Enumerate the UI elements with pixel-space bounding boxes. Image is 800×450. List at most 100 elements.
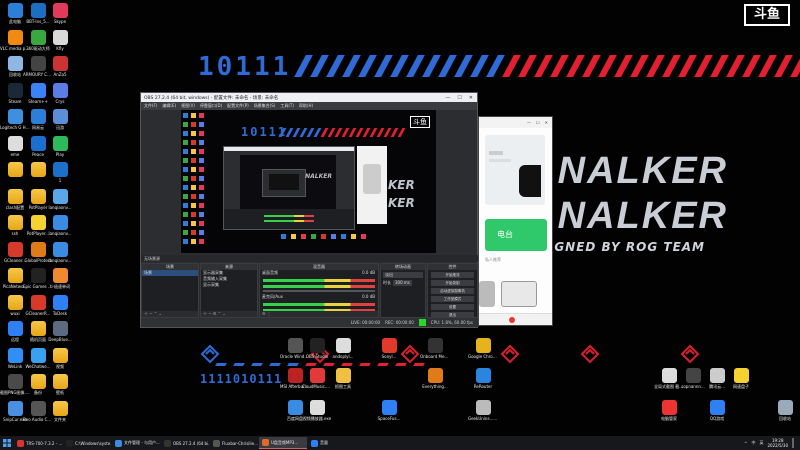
desktop-icon[interactable]: GeekUnins... 1.4.8.151... xyxy=(468,400,498,421)
desktop-icon[interactable]: Sonyl... xyxy=(376,338,402,359)
desktop-icon[interactable]: ToDesk xyxy=(47,294,73,316)
desktop-icon[interactable]: 迅游 xyxy=(47,109,73,130)
desktop-icon[interactable]: Skype xyxy=(47,3,73,24)
preview-nested-obs: NALKER xyxy=(223,146,355,230)
start-button[interactable] xyxy=(0,436,14,450)
menu-help[interactable]: 帮助(H) xyxy=(299,103,313,109)
desktop-icon[interactable]: 电脑管家 xyxy=(656,400,682,421)
desktop-icon[interactable]: AnZa5 xyxy=(47,56,73,77)
start-recording-button[interactable]: 开始录制 xyxy=(431,280,474,286)
desktop-icon[interactable]: 1 xyxy=(47,162,73,183)
desktop-icon[interactable]: 回收站 xyxy=(772,400,798,421)
mixer-volume-slider[interactable] xyxy=(263,290,375,292)
obs-statusbar: LIVE: 00:00:00 REC: 00:00:00 CPU: 1.8%, … xyxy=(141,318,479,327)
obs-window[interactable]: OBS 27.2.4 (64 bit, windows) - 配置文件: 未命名… xyxy=(140,92,479,328)
taskbar-item[interactable]: OBS 27.2.4 (64 bi... xyxy=(161,437,209,449)
desktop-icon[interactable]: SpaceFus... xyxy=(376,400,402,421)
desktop-icon[interactable]: lanqiaonv... xyxy=(47,188,73,210)
start-streaming-button[interactable]: 开始推流 xyxy=(431,272,474,278)
desktop-icon[interactable]: DeepBlue... xyxy=(47,321,73,342)
obs-preview[interactable]: 10111 NALKER NALKER NALKER 斗鱼 xyxy=(181,110,436,253)
close-button[interactable]: ✕ xyxy=(545,120,548,125)
wallpaper-stripe xyxy=(582,55,601,77)
mixer-meter xyxy=(263,285,375,288)
minimize-button[interactable]: — xyxy=(445,95,450,101)
settings-button[interactable]: 设置 xyxy=(431,304,474,310)
menu-view[interactable]: 视图(V) xyxy=(181,103,195,109)
desktop-icon[interactable]: Everything... xyxy=(422,368,448,389)
desktop-icon[interactable]: 视频 xyxy=(47,347,73,369)
maximize-button[interactable]: ☐ xyxy=(457,95,461,101)
tray-ime-icon[interactable]: 中 xyxy=(751,440,755,446)
menu-edit[interactable]: 编辑(E) xyxy=(162,103,176,109)
wallpaper-bottom-stripe xyxy=(269,363,281,366)
desktop-icon[interactable]: Crys xyxy=(47,82,73,104)
app-icon xyxy=(30,268,46,283)
app-icon xyxy=(52,3,68,18)
menu-tools[interactable]: 工具(T) xyxy=(280,103,294,109)
desktop-icon[interactable]: Onboard Memory ... xyxy=(420,338,450,359)
desktop-icon[interactable]: lanqiaonv... xyxy=(47,215,73,236)
desktop-icon[interactable]: ReRouter xyxy=(470,368,496,389)
transition-type-select[interactable]: 淡出 xyxy=(383,272,423,278)
transition-duration-label: 时长 xyxy=(383,280,391,285)
studio-mode-button[interactable]: 工作室模式 xyxy=(431,296,474,302)
desktop-icon[interactable]: 壁纸 xyxy=(47,374,73,395)
desktop-icon[interactable]: QQ游戏 xyxy=(704,400,730,421)
radio-card[interactable]: 电台 xyxy=(485,219,547,251)
desktop-icon[interactable]: Google Chrome xyxy=(468,338,498,359)
desktop-icon[interactable]: 抓图工具 xyxy=(330,368,356,389)
scene-item[interactable]: 场景 xyxy=(142,270,198,276)
close-button[interactable]: ✕ xyxy=(469,95,473,101)
desktop-icon[interactable]: andoplyl... xyxy=(330,338,356,359)
music-app-window[interactable]: — ☐ ✕ 电台 私人推荐 xyxy=(478,116,553,326)
taskbar-item[interactable]: C:\Windows\syste... xyxy=(63,437,111,449)
desktop-icon[interactable]: OBS Studio xyxy=(304,338,330,359)
menu-profile[interactable]: 配置文件(P) xyxy=(227,103,249,109)
taskbar-item[interactable]: 音量 xyxy=(308,437,342,449)
show-desktop-button[interactable] xyxy=(792,438,794,448)
status-cpu: CPU: 1.8%, 60.00 fps xyxy=(430,320,473,325)
wallpaper-stripe xyxy=(358,55,377,77)
taskbar-item[interactable]: U盘音频MP3... xyxy=(259,437,307,449)
obs-titlebar[interactable]: OBS 27.2.4 (64 bit, windows) - 配置文件: 未命名… xyxy=(141,93,477,102)
desktop-icon[interactable]: 视频播放器.exe xyxy=(303,400,331,421)
maximize-button[interactable]: ☐ xyxy=(536,120,540,125)
music-player-bar[interactable] xyxy=(479,313,552,325)
tray-lang-icon[interactable]: 英 xyxy=(759,440,763,446)
desktop-icon[interactable]: lanqiaonv... xyxy=(47,241,73,263)
menu-scene-collection[interactable]: 场景集合(S) xyxy=(254,103,276,109)
rog-eye-icon xyxy=(200,344,220,364)
preview-desktop-icon xyxy=(191,113,196,118)
desktop-icon[interactable]: Play xyxy=(47,135,73,157)
desktop-icon[interactable]: ti-极速单词 xyxy=(47,268,73,289)
source-item[interactable]: 显示采集 xyxy=(201,282,257,288)
taskbar-item[interactable]: TRS-700-7.3.2 - ... xyxy=(14,437,62,449)
taskbar-item[interactable]: 文件管理 - 与用户... xyxy=(112,437,160,449)
desktop-icon[interactable]: 网速盘子 xyxy=(728,368,754,389)
playlist-thumb[interactable] xyxy=(501,281,537,307)
playlist-thumb[interactable] xyxy=(479,281,495,307)
wallpaper-stripe xyxy=(550,55,569,77)
preview-desktop-icon xyxy=(191,176,196,181)
transition-duration-input[interactable]: 300 ms xyxy=(393,280,412,286)
taskbar-item[interactable]: Fluxbar-Chrisilie... xyxy=(210,437,258,449)
menu-docks[interactable]: 停靠窗口(D) xyxy=(200,103,222,109)
menu-file[interactable]: 文件(F) xyxy=(144,103,157,109)
douyu-logo: 斗鱼 xyxy=(744,4,790,26)
desktop-icon[interactable]: Kfly xyxy=(47,29,73,51)
desktop-icon[interactable]: 文件夹 xyxy=(47,400,73,422)
tray-overflow-icon[interactable]: ^ xyxy=(744,441,747,446)
wallpaper-stripe xyxy=(454,55,473,77)
wallpaper-bottom-stripe xyxy=(413,363,425,366)
album-card[interactable] xyxy=(485,135,545,205)
play-button-icon[interactable] xyxy=(509,317,515,323)
desktop-icon[interactable]: CloudMusic.exe xyxy=(302,368,332,389)
status-rec: REC: 00:00:00 xyxy=(385,320,414,325)
minimize-button[interactable]: — xyxy=(527,120,531,125)
taskbar-clock[interactable]: 19:28 2022/5/30 xyxy=(767,438,788,448)
desktop-icon-label: 壁纸 xyxy=(56,390,64,395)
virtual-camera-button[interactable]: 启动虚拟摄像机 xyxy=(431,288,474,294)
music-app-titlebar[interactable]: — ☐ ✕ xyxy=(479,117,552,128)
wallpaper-stripe xyxy=(374,55,393,77)
